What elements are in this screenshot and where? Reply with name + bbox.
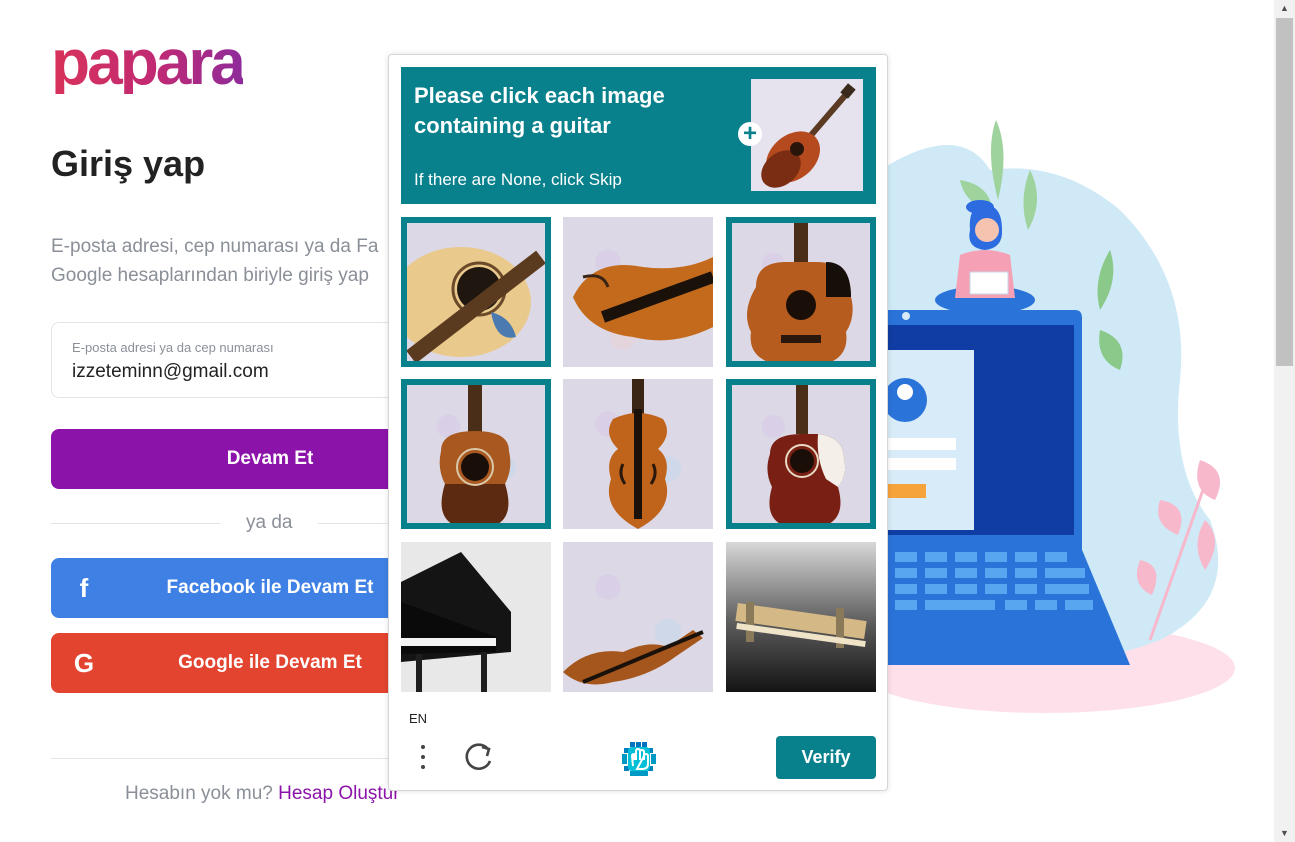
captcha-example-image [751, 79, 863, 191]
refresh-icon[interactable] [463, 741, 495, 773]
example-plus-icon[interactable]: + [738, 122, 762, 146]
captcha-subprompt: If there are None, click Skip [414, 170, 622, 189]
description-line-1: E-posta adresi, cep numarası ya da Fa [51, 236, 379, 257]
guitar-image [747, 223, 853, 361]
captcha-tile-2[interactable] [563, 217, 713, 367]
captcha-tile-7[interactable] [401, 542, 551, 692]
description-line-2: Google hesaplarından biriyle giriş yap [51, 265, 369, 286]
violin-image [608, 379, 668, 529]
no-account-text: Hesabın yok mu? [125, 783, 273, 804]
captcha-tile-8[interactable] [563, 542, 713, 692]
verify-button[interactable]: Verify [776, 736, 876, 779]
captcha-tile-4[interactable] [401, 379, 551, 529]
violin-image [563, 630, 704, 685]
or-separator: ya da [246, 512, 293, 533]
hcaptcha-logo-icon [622, 742, 656, 776]
scroll-down-arrow-icon[interactable]: ▼ [1274, 825, 1295, 842]
signup-prompt: Hesabın yok mu? Hesap Oluştur [125, 783, 400, 805]
divider-left [51, 523, 220, 524]
captcha-tile-3[interactable] [726, 217, 876, 367]
menu-dots-icon[interactable] [415, 741, 431, 775]
violin-image [573, 257, 713, 341]
instrument-image [735, 602, 867, 648]
create-account-link[interactable]: Hesap Oluştur [278, 783, 399, 804]
email-field-label: E-posta adresi ya da cep numarası [72, 340, 274, 355]
captcha-prompt: Please click each image containing a gui… [414, 83, 665, 138]
captcha-tile-1[interactable] [401, 217, 551, 367]
hcaptcha-challenge: Please click each image containing a gui… [388, 54, 888, 791]
captcha-tile-9[interactable] [726, 542, 876, 692]
guitar-image [767, 385, 846, 523]
captcha-tile-5[interactable] [563, 379, 713, 529]
captcha-tile-6[interactable] [726, 379, 876, 529]
email-input[interactable] [72, 361, 432, 383]
piano-image [401, 552, 511, 692]
guitar-image [439, 385, 511, 523]
scroll-thumb[interactable] [1276, 18, 1293, 366]
captcha-header: Please click each image containing a gui… [401, 67, 876, 204]
language-selector[interactable]: EN [409, 711, 427, 726]
guitar-image [407, 247, 545, 361]
page-title: Giriş yap [51, 143, 206, 184]
scroll-up-arrow-icon[interactable]: ▲ [1274, 0, 1295, 17]
page-scrollbar[interactable]: ▲ ▼ [1274, 0, 1295, 842]
papara-logo: papara [51, 26, 246, 98]
